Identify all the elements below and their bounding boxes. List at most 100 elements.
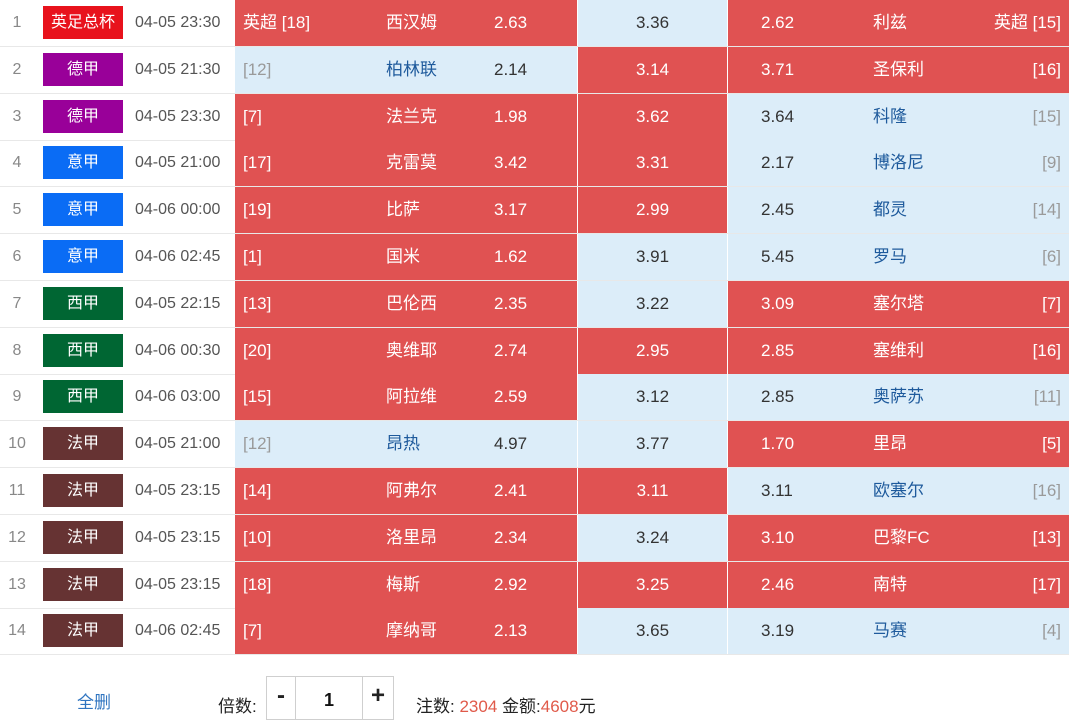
away-win-option[interactable]: 3.09 塞尔塔 [7]	[727, 280, 1069, 327]
draw-option[interactable]: 3.12	[577, 374, 727, 421]
away-win-option[interactable]: 2.45 都灵 [14]	[727, 187, 1069, 234]
away-win-option[interactable]: 2.46 南特 [17]	[727, 561, 1069, 608]
draw-option[interactable]: 3.77	[577, 421, 727, 468]
away-odds: 2.62	[761, 13, 795, 32]
match-time: 04-05 21:30	[135, 60, 221, 78]
league-badge: 意甲	[43, 146, 123, 180]
home-rank: [1]	[243, 247, 262, 266]
home-odds: 2.34	[494, 527, 528, 547]
match-time: 04-06 03:00	[135, 388, 221, 406]
home-team: 西汉姆	[386, 13, 437, 32]
away-win-option[interactable]: 3.10 巴黎FC [13]	[727, 514, 1069, 561]
match-row: 5 意甲 04-06 00:00 [19] 比萨 3.17 2.99 2.45 都灵 [14]	[0, 187, 1069, 235]
match-row: 14 法甲 04-06 02:45 [7] 摩纳哥 2.13 3.65 3.19 马赛 [4]	[0, 608, 1069, 656]
home-team: 国米	[386, 247, 420, 266]
draw-option[interactable]: 3.22	[577, 280, 727, 327]
home-win-option[interactable]: [7] 法兰克 1.98	[235, 93, 577, 140]
draw-option[interactable]: 3.62	[577, 93, 727, 140]
draw-option[interactable]: 3.36	[577, 0, 727, 46]
match-row: 6 意甲 04-06 02:45 [1] 国米 1.62 3.91 5.45 罗马 [6]	[0, 234, 1069, 281]
away-win-option[interactable]: 3.64 科隆 [15]	[727, 93, 1069, 140]
home-win-option[interactable]: [7] 摩纳哥 2.13	[235, 608, 577, 655]
match-time: 04-05 23:15	[135, 575, 221, 593]
home-team: 奥维耶	[386, 340, 437, 360]
home-rank: [7]	[243, 106, 262, 126]
home-win-option[interactable]: [14] 阿弗尔 2.41	[235, 468, 577, 514]
match-time: 04-05 23:30	[135, 107, 221, 125]
away-team: 巴黎FC	[873, 527, 930, 547]
away-win-option[interactable]: 3.71 圣保利 [16]	[727, 46, 1069, 93]
away-odds: 3.71	[761, 59, 795, 79]
away-team: 塞维利	[873, 340, 924, 360]
multiplier-increase-button[interactable]: +	[362, 676, 394, 720]
home-team: 巴伦西	[386, 293, 437, 313]
match-row: 2 德甲 04-05 21:30 [12] 柏林联 2.14 3.14 3.71 圣保利 [16]	[0, 46, 1069, 94]
away-odds: 2.17	[761, 153, 795, 173]
league-badge: 德甲	[43, 52, 123, 86]
match-row: 13 法甲 04-05 23:15 [18] 梅斯 2.92 3.25 2.46 南特 [17]	[0, 561, 1069, 609]
away-win-option[interactable]: 3.11 欧塞尔 [16]	[727, 468, 1069, 514]
home-win-option[interactable]: [20] 奥维耶 2.74	[235, 327, 577, 374]
away-win-option[interactable]: 3.19 马赛 [4]	[727, 608, 1069, 655]
draw-option[interactable]: 3.14	[577, 46, 727, 93]
home-win-option[interactable]: [19] 比萨 3.17	[235, 187, 577, 234]
match-index: 12	[8, 528, 26, 546]
home-win-option[interactable]: [13] 巴伦西 2.35	[235, 280, 577, 327]
away-odds: 2.46	[761, 574, 795, 594]
home-team: 比萨	[386, 200, 420, 220]
draw-option[interactable]: 3.11	[577, 468, 727, 514]
league-badge: 法甲	[43, 520, 123, 554]
league-badge: 法甲	[43, 427, 123, 461]
away-team: 塞尔塔	[873, 293, 924, 313]
amount-value: 4608	[540, 697, 579, 716]
home-team: 洛里昂	[386, 527, 437, 547]
away-odds: 2.45	[761, 200, 795, 220]
home-win-option[interactable]: [10] 洛里昂 2.34	[235, 514, 577, 561]
home-odds: 2.59	[494, 387, 528, 407]
home-odds: 2.92	[494, 574, 528, 594]
home-win-option[interactable]: 英超 [18] 西汉姆 2.63	[235, 0, 577, 46]
away-win-option[interactable]: 5.45 罗马 [6]	[727, 234, 1069, 280]
league-badge: 德甲	[43, 99, 123, 133]
home-rank: [18]	[243, 574, 272, 594]
clear-all-button[interactable]: 全删	[77, 688, 111, 713]
league-badge: 英足总杯	[43, 6, 123, 39]
away-rank: [17]	[1032, 574, 1061, 594]
home-odds: 2.13	[494, 621, 528, 641]
away-win-option[interactable]: 1.70 里昂 [5]	[727, 421, 1069, 468]
away-win-option[interactable]: 2.85 奥萨苏 [11]	[727, 374, 1069, 421]
away-win-option[interactable]: 2.62 利兹 英超 [15]	[727, 0, 1069, 46]
away-rank: [11]	[1033, 387, 1061, 407]
multiplier-input[interactable]: 1	[296, 676, 362, 720]
away-win-option[interactable]: 2.85 塞维利 [16]	[727, 327, 1069, 374]
match-index: 9	[12, 388, 22, 406]
home-win-option[interactable]: [18] 梅斯 2.92	[235, 561, 577, 608]
away-win-option[interactable]: 2.17 博洛尼 [9]	[727, 140, 1069, 187]
home-win-option[interactable]: [12] 柏林联 2.14	[235, 46, 577, 93]
multiplier-decrease-button[interactable]: -	[266, 676, 296, 720]
home-win-option[interactable]: [15] 阿拉维 2.59	[235, 374, 577, 421]
home-rank: [10]	[243, 527, 272, 547]
home-rank: [20]	[243, 340, 272, 360]
match-index: 8	[12, 341, 22, 359]
draw-option[interactable]: 3.65	[577, 608, 727, 655]
home-rank: [15]	[243, 387, 272, 407]
draw-option[interactable]: 3.24	[577, 514, 727, 561]
league-badge: 法甲	[43, 614, 123, 648]
draw-option[interactable]: 2.99	[577, 187, 727, 234]
draw-option[interactable]: 2.95	[577, 327, 727, 374]
home-win-option[interactable]: [12] 昂热 4.97	[235, 421, 577, 468]
home-odds: 1.62	[494, 247, 528, 266]
away-odds: 3.64	[761, 106, 795, 126]
draw-option[interactable]: 3.91	[577, 234, 727, 280]
home-win-option[interactable]: [1] 国米 1.62	[235, 234, 577, 280]
home-odds: 2.35	[494, 293, 528, 313]
home-team: 摩纳哥	[386, 621, 437, 641]
home-win-option[interactable]: [17] 克雷莫 3.42	[235, 140, 577, 187]
draw-option[interactable]: 3.31	[577, 140, 727, 187]
league-badge: 西甲	[43, 380, 123, 414]
match-index: 5	[12, 201, 22, 219]
draw-option[interactable]: 3.25	[577, 561, 727, 608]
match-time: 04-05 21:00	[135, 435, 221, 453]
away-team: 里昂	[873, 434, 907, 454]
